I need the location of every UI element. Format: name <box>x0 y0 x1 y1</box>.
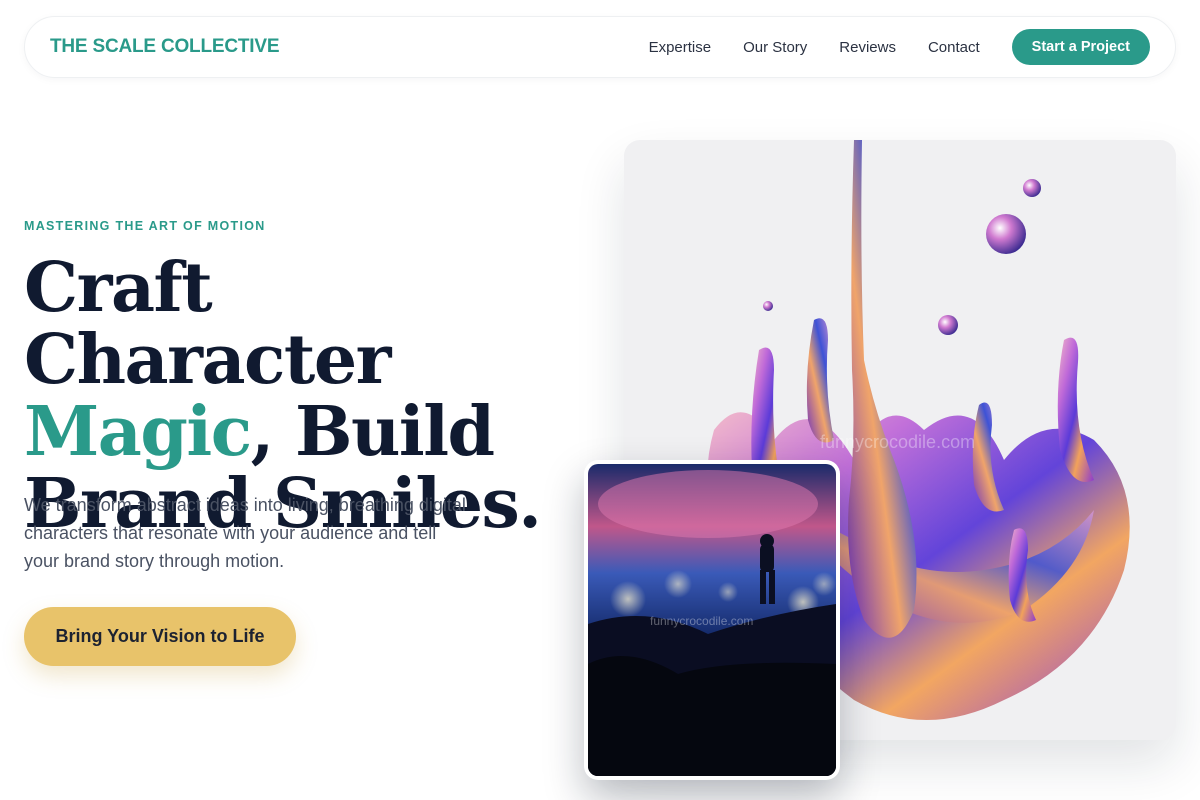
top-nav: THE SCALE COLLECTIVE Expertise Our Story… <box>24 16 1176 78</box>
nav-menu: Expertise Our Story Reviews Contact Star… <box>649 29 1150 65</box>
hero-eyebrow: MASTERING THE ART OF MOTION <box>24 219 266 233</box>
headline-line-2: , Build <box>250 392 495 472</box>
headline-accent: Magic <box>24 392 252 472</box>
nav-link-our-story[interactable]: Our Story <box>743 39 807 56</box>
night-watermark: funnycrocodile.com <box>650 614 754 628</box>
brand-logo[interactable]: THE SCALE COLLECTIVE <box>50 36 279 58</box>
nav-link-expertise[interactable]: Expertise <box>649 39 712 56</box>
night-scene-image: funnycrocodile.com <box>584 460 840 780</box>
headline-line-1: Craft Character <box>24 248 391 400</box>
nav-link-reviews[interactable]: Reviews <box>839 39 896 56</box>
hero-subtext: We transform abstract ideas into living,… <box>24 495 466 571</box>
nav-link-contact[interactable]: Contact <box>928 39 980 56</box>
bring-vision-button[interactable]: Bring Your Vision to Life <box>24 607 296 666</box>
start-project-button[interactable]: Start a Project <box>1011 29 1150 65</box>
art-watermark: funnycrocodile.com <box>820 432 976 452</box>
